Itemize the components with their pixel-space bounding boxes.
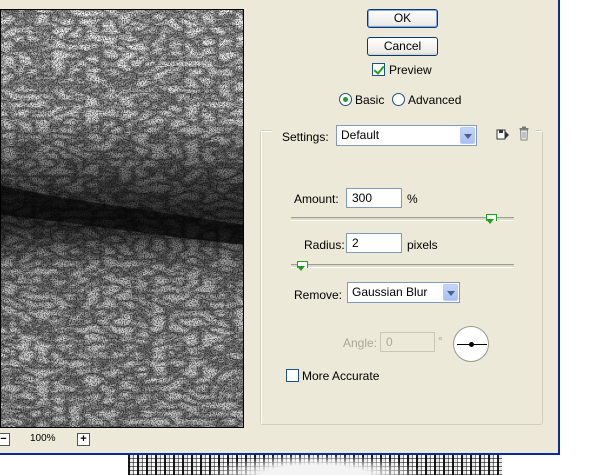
ok-button[interactable]: OK xyxy=(367,9,438,28)
angle-unit: ° xyxy=(438,334,443,348)
zoom-level: 100% xyxy=(30,433,56,444)
more-accurate-label: More Accurate xyxy=(302,369,380,383)
remove-value: Gaussian Blur xyxy=(352,285,428,299)
cancel-button[interactable]: Cancel xyxy=(367,37,438,56)
radius-label: Radius: xyxy=(304,238,345,252)
remove-label: Remove: xyxy=(294,288,343,302)
preview-lips-image xyxy=(1,10,243,427)
amount-unit: % xyxy=(407,192,418,206)
advanced-radio[interactable] xyxy=(392,93,405,106)
chevron-down-icon xyxy=(460,127,475,144)
amount-slider-thumb[interactable] xyxy=(486,214,498,224)
settings-label: Settings: xyxy=(282,130,329,144)
background-image-highlight xyxy=(210,455,420,475)
preview-label: Preview xyxy=(389,63,432,77)
zoom-in-icon[interactable]: + xyxy=(77,433,90,446)
amount-slider[interactable] xyxy=(291,217,514,221)
angle-label: Angle: xyxy=(343,336,378,350)
unsharp-mask-dialog: − 100% + OK Cancel Preview Basic Advance… xyxy=(0,0,560,455)
zoom-out-icon[interactable]: − xyxy=(0,433,10,446)
basic-radio[interactable] xyxy=(339,93,352,106)
amount-input[interactable]: 300 xyxy=(346,188,402,208)
basic-label: Basic xyxy=(355,93,385,107)
radius-slider[interactable] xyxy=(291,264,514,268)
more-accurate-checkbox[interactable] xyxy=(286,369,299,382)
radius-unit: pixels xyxy=(407,238,438,252)
trash-icon[interactable] xyxy=(518,126,530,141)
radius-slider-thumb[interactable] xyxy=(297,261,309,271)
preview-image[interactable] xyxy=(0,9,244,428)
settings-value: Default xyxy=(341,128,380,142)
angle-input: 0 xyxy=(380,332,435,352)
advanced-label: Advanced xyxy=(408,93,462,107)
chevron-down-icon xyxy=(443,284,458,301)
settings-select[interactable]: Default xyxy=(336,125,477,146)
remove-select[interactable]: Gaussian Blur xyxy=(347,282,460,303)
radius-input[interactable]: 2 xyxy=(346,233,402,253)
preview-checkbox[interactable] xyxy=(372,63,385,76)
amount-label: Amount: xyxy=(294,192,339,206)
save-settings-icon[interactable] xyxy=(496,127,510,141)
angle-dial xyxy=(453,326,489,362)
